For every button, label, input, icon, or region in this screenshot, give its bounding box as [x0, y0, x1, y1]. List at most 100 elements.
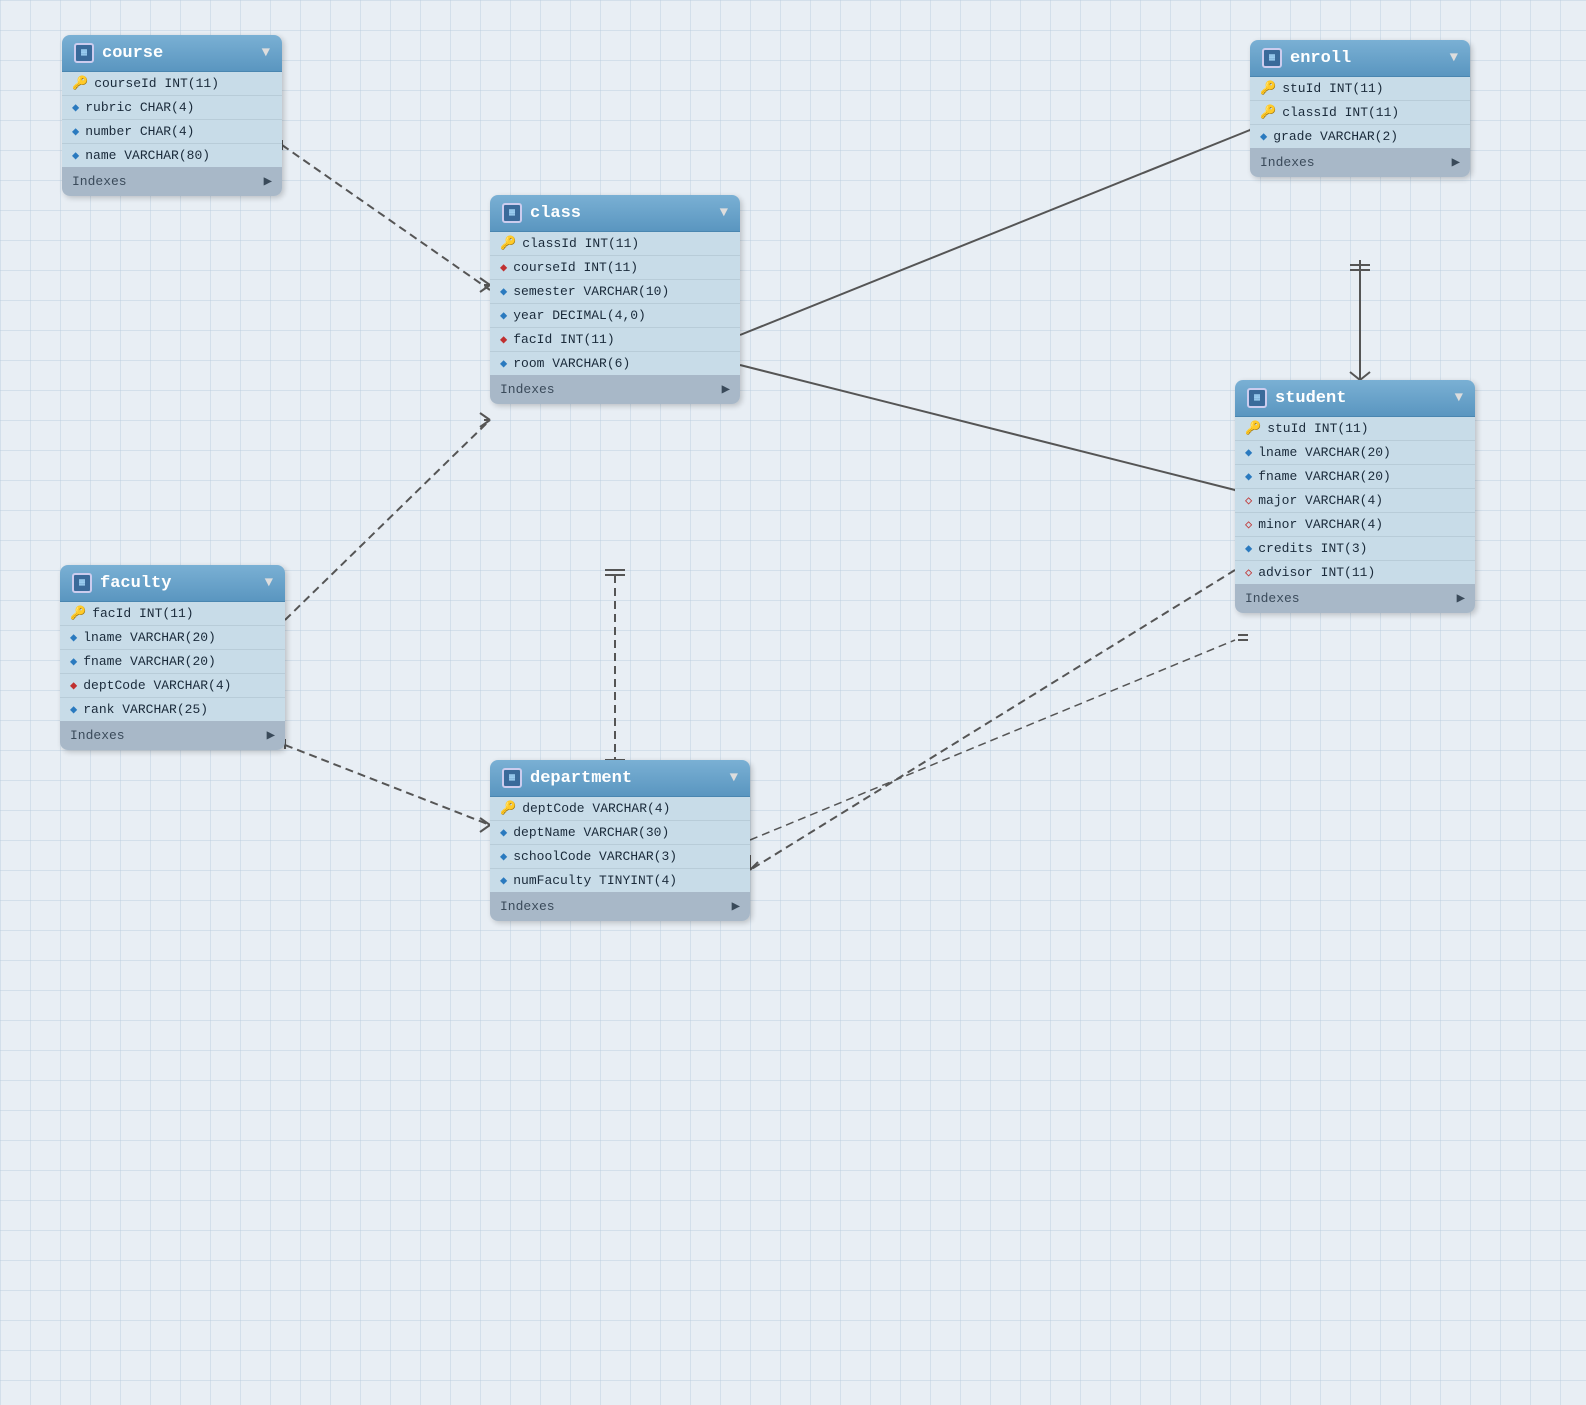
faculty-body: 🔑 facId INT(11) ◆ lname VARCHAR(20) ◆ fn…	[60, 602, 285, 721]
student-dropdown-icon[interactable]: ▼	[1455, 390, 1463, 406]
table-row: 🔑 facId INT(11)	[60, 602, 285, 626]
table-row: ◆ lname VARCHAR(20)	[60, 626, 285, 650]
table-row: ◆ numFaculty TINYINT(4)	[490, 869, 750, 892]
enroll-header: ▦ enroll ▼	[1250, 40, 1470, 77]
field-text: rubric CHAR(4)	[85, 100, 194, 115]
table-row: ◆ grade VARCHAR(2)	[1250, 125, 1470, 148]
field-text: major VARCHAR(4)	[1258, 493, 1383, 508]
diamond-red-icon: ◆	[70, 678, 77, 693]
student-body: 🔑 stuId INT(11) ◆ lname VARCHAR(20) ◆ fn…	[1235, 417, 1475, 584]
table-row: 🔑 classId INT(11)	[1250, 101, 1470, 125]
department-body: 🔑 deptCode VARCHAR(4) ◆ deptName VARCHAR…	[490, 797, 750, 892]
diamond-icon: ◆	[72, 124, 79, 139]
faculty-dropdown-icon[interactable]: ▼	[265, 575, 273, 591]
class-dropdown-icon[interactable]: ▼	[720, 205, 728, 221]
department-header: ▦ department ▼	[490, 760, 750, 797]
enroll-indexes[interactable]: Indexes ▶	[1250, 148, 1470, 177]
field-text: fname VARCHAR(20)	[1258, 469, 1391, 484]
table-row: ◆ deptCode VARCHAR(4)	[60, 674, 285, 698]
table-course: ▦ course ▼ 🔑 courseId INT(11) ◆ rubric C…	[62, 35, 282, 196]
department-title: department	[530, 769, 722, 788]
indexes-label: Indexes	[1260, 155, 1315, 170]
student-title: student	[1275, 389, 1447, 408]
table-department: ▦ department ▼ 🔑 deptCode VARCHAR(4) ◆ d…	[490, 760, 750, 921]
key-red-icon: 🔑	[1260, 105, 1276, 120]
indexes-arrow-icon: ▶	[267, 727, 275, 744]
table-row: ◆ rank VARCHAR(25)	[60, 698, 285, 721]
enroll-dropdown-icon[interactable]: ▼	[1450, 50, 1458, 66]
table-student: ▦ student ▼ 🔑 stuId INT(11) ◆ lname VARC…	[1235, 380, 1475, 613]
diamond-open-red-icon: ◇	[1245, 565, 1252, 580]
table-row: 🔑 deptCode VARCHAR(4)	[490, 797, 750, 821]
field-text: fname VARCHAR(20)	[83, 654, 216, 669]
field-text: name VARCHAR(80)	[85, 148, 210, 163]
course-table-icon: ▦	[74, 43, 94, 63]
diamond-icon: ◆	[500, 873, 507, 888]
table-row: ◇ advisor INT(11)	[1235, 561, 1475, 584]
field-text: deptCode VARCHAR(4)	[522, 801, 670, 816]
course-header: ▦ course ▼	[62, 35, 282, 72]
table-row: ◆ schoolCode VARCHAR(3)	[490, 845, 750, 869]
enroll-table-icon: ▦	[1262, 48, 1282, 68]
table-row: 🔑 courseId INT(11)	[62, 72, 282, 96]
table-faculty: ▦ faculty ▼ 🔑 facId INT(11) ◆ lname VARC…	[60, 565, 285, 750]
key-icon: 🔑	[70, 606, 86, 621]
enroll-title: enroll	[1290, 49, 1442, 68]
table-row: ◆ credits INT(3)	[1235, 537, 1475, 561]
field-text: credits INT(3)	[1258, 541, 1367, 556]
course-title: course	[102, 44, 254, 63]
diamond-icon: ◆	[72, 100, 79, 115]
field-text: rank VARCHAR(25)	[83, 702, 208, 717]
indexes-label: Indexes	[72, 174, 127, 189]
indexes-arrow-icon: ▶	[732, 898, 740, 915]
diamond-icon: ◆	[500, 284, 507, 299]
diamond-icon: ◆	[70, 654, 77, 669]
class-title: class	[530, 204, 712, 223]
field-text: courseId INT(11)	[94, 76, 219, 91]
class-header: ▦ class ▼	[490, 195, 740, 232]
diamond-icon: ◆	[500, 849, 507, 864]
faculty-indexes[interactable]: Indexes ▶	[60, 721, 285, 750]
field-text: courseId INT(11)	[513, 260, 638, 275]
table-row: ◇ major VARCHAR(4)	[1235, 489, 1475, 513]
diamond-icon: ◆	[500, 825, 507, 840]
field-text: lname VARCHAR(20)	[83, 630, 216, 645]
faculty-table-icon: ▦	[72, 573, 92, 593]
field-text: room VARCHAR(6)	[513, 356, 630, 371]
class-indexes[interactable]: Indexes ▶	[490, 375, 740, 404]
indexes-label: Indexes	[1245, 591, 1300, 606]
table-row: 🔑 stuId INT(11)	[1250, 77, 1470, 101]
table-row: ◆ semester VARCHAR(10)	[490, 280, 740, 304]
key-red-icon: 🔑	[1260, 81, 1276, 96]
diamond-red-icon: ◆	[500, 332, 507, 347]
field-text: stuId INT(11)	[1282, 81, 1383, 96]
enroll-body: 🔑 stuId INT(11) 🔑 classId INT(11) ◆ grad…	[1250, 77, 1470, 148]
faculty-title: faculty	[100, 574, 257, 593]
course-body: 🔑 courseId INT(11) ◆ rubric CHAR(4) ◆ nu…	[62, 72, 282, 167]
table-row: 🔑 classId INT(11)	[490, 232, 740, 256]
department-dropdown-icon[interactable]: ▼	[730, 770, 738, 786]
class-table-icon: ▦	[502, 203, 522, 223]
course-indexes[interactable]: Indexes ▶	[62, 167, 282, 196]
indexes-label: Indexes	[70, 728, 125, 743]
diamond-open-red-icon: ◇	[1245, 493, 1252, 508]
table-class: ▦ class ▼ 🔑 classId INT(11) ◆ courseId I…	[490, 195, 740, 404]
course-dropdown-icon[interactable]: ▼	[262, 45, 270, 61]
faculty-header: ▦ faculty ▼	[60, 565, 285, 602]
diamond-icon: ◆	[70, 630, 77, 645]
student-indexes[interactable]: Indexes ▶	[1235, 584, 1475, 613]
department-indexes[interactable]: Indexes ▶	[490, 892, 750, 921]
table-row: ◆ lname VARCHAR(20)	[1235, 441, 1475, 465]
table-row: ◆ deptName VARCHAR(30)	[490, 821, 750, 845]
student-table-icon: ▦	[1247, 388, 1267, 408]
student-header: ▦ student ▼	[1235, 380, 1475, 417]
indexes-arrow-icon: ▶	[264, 173, 272, 190]
table-row: ◇ minor VARCHAR(4)	[1235, 513, 1475, 537]
field-text: deptCode VARCHAR(4)	[83, 678, 231, 693]
field-text: grade VARCHAR(2)	[1273, 129, 1398, 144]
field-text: advisor INT(11)	[1258, 565, 1375, 580]
field-text: facId INT(11)	[92, 606, 193, 621]
diamond-icon: ◆	[1260, 129, 1267, 144]
field-text: deptName VARCHAR(30)	[513, 825, 669, 840]
table-row: ◆ fname VARCHAR(20)	[60, 650, 285, 674]
